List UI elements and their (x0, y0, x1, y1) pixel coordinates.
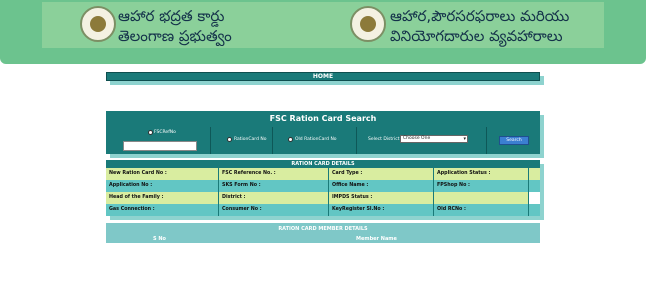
table-cell: District : (219, 192, 329, 204)
table-cell: Office Name : (329, 180, 434, 192)
member-table-header: S No Member Name (106, 235, 540, 243)
table-cell: FPShop No : (434, 180, 529, 192)
divider (486, 127, 487, 154)
page: ఆహార భద్రత కార్డు తెలంగాణ ప్రభుత్వం ఆహార… (0, 0, 650, 298)
telangana-emblem-icon (80, 6, 116, 42)
old-rationcard-radio[interactable] (288, 137, 293, 142)
old-rationcard-label: Old RationCard No (295, 137, 337, 142)
header-right-line1: ఆహార,పౌరసరఫరాలు మరియు (390, 7, 570, 25)
table-row: New Ration Card No : FSC Reference No. :… (106, 168, 540, 180)
header-left-title: ఆహార భద్రత కార్డు తెలంగాణ ప్రభుత్వం (118, 6, 232, 46)
table-cell: Consumer No : (219, 204, 329, 216)
search-button[interactable]: Search (499, 136, 529, 145)
table-cell: Gas Connection : (106, 204, 219, 216)
table-cell: FSC Reference No. : (219, 168, 329, 180)
header-banner: ఆహార భద్రత కార్డు తెలంగాణ ప్రభుత్వం ఆహార… (0, 0, 646, 64)
table-cell (434, 192, 529, 204)
rationcard-label: RationCard No (234, 137, 267, 142)
district-select[interactable]: Choose One (400, 135, 468, 143)
table-cell: SKS Form No : (219, 180, 329, 192)
fsc-number-input[interactable] (123, 141, 197, 151)
home-link[interactable]: HOME (106, 72, 540, 81)
divider (210, 127, 211, 154)
rationcard-radio[interactable] (227, 137, 232, 142)
header-right-title: ఆహార,పౌరసరఫరాలు మరియు వినియోగదారుల వ్యవహ… (390, 6, 569, 46)
fscrefno-label: FSCRefNo (154, 130, 176, 135)
district-label: Select District : (368, 137, 403, 142)
table-row: Application No : SKS Form No : Office Na… (106, 180, 540, 192)
table-row: Head of the Family : District : IMPDS St… (106, 192, 540, 204)
table-cell: Head of the Family : (106, 192, 219, 204)
ration-card-details: RATION CARD DETAILS New Ration Card No :… (106, 160, 540, 216)
header-left-line2: తెలంగాణ ప్రభుత్వం (118, 27, 232, 45)
table-cell: Application No : (106, 180, 219, 192)
table-cell: New Ration Card No : (106, 168, 219, 180)
header-right-line2: వినియోగదారుల వ్యవహారాలు (390, 27, 563, 45)
empty-cell (529, 192, 540, 204)
member-details: RATION CARD MEMBER DETAILS S No Member N… (106, 223, 540, 243)
table-cell: Application Status : (434, 168, 529, 180)
search-panel: FSCRefNo RationCard No Old RationCard No… (106, 127, 540, 154)
header-left-line1: ఆహార భద్రత కార్డు (118, 7, 225, 25)
table-cell: Card Type : (329, 168, 434, 180)
divider (272, 127, 273, 154)
column-header-member-name: Member Name (356, 236, 397, 242)
member-details-title: RATION CARD MEMBER DETAILS (278, 226, 368, 232)
ration-details-title: RATION CARD DETAILS (291, 161, 355, 167)
table-row: Gas Connection : Consumer No : KeyRegist… (106, 204, 540, 216)
table-cell: Old RCNo : (434, 204, 529, 216)
column-header-sno: S No (153, 236, 166, 242)
divider (356, 127, 357, 154)
fscrefno-radio[interactable] (148, 130, 153, 135)
table-cell: KeyRegister Sl.No : (329, 204, 434, 216)
search-title: FSC Ration Card Search (106, 111, 540, 127)
department-emblem-icon (350, 6, 386, 42)
table-cell: IMPDS Status : (329, 192, 434, 204)
